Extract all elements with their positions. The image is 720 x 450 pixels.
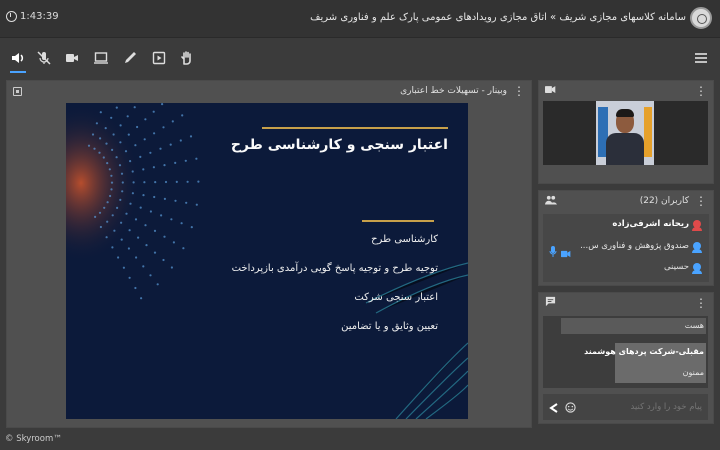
- emoji-icon[interactable]: [565, 398, 576, 417]
- section-divider: [362, 220, 434, 222]
- screen-share-button[interactable]: [92, 49, 110, 67]
- chat-icon: [545, 296, 556, 310]
- mic-active-icon: [549, 242, 557, 261]
- video-feed[interactable]: [543, 101, 708, 165]
- camera-icon: [66, 54, 78, 62]
- toolbar: [0, 39, 720, 77]
- presenter-video: [596, 101, 654, 165]
- sharif-logo: [690, 7, 712, 29]
- send-icon[interactable]: [549, 398, 559, 417]
- footer-brand: © Skyroom™: [5, 434, 62, 444]
- title-bar: 1:43:39 سامانه کلاسهای مجازی شریف » اتاق…: [0, 0, 720, 38]
- slide-title: اعتبار سنجی و کارشناسی طرح: [230, 137, 448, 153]
- slide-item: کارشناسی طرح: [371, 234, 438, 245]
- more-options-icon[interactable]: ⋮: [695, 85, 707, 97]
- user-icon: [692, 242, 702, 253]
- pin-icon[interactable]: [13, 86, 22, 96]
- slide-item: تعیین وثایق و یا تضامین: [341, 321, 438, 332]
- more-options-icon[interactable]: ⋮: [695, 297, 707, 309]
- raise-hand-button[interactable]: [178, 49, 196, 67]
- user-item[interactable]: صندوق پژوهش و فناوری س...: [580, 241, 702, 253]
- chat-message: ممنون: [682, 368, 704, 377]
- user-item[interactable]: حسینی: [664, 262, 702, 274]
- title-divider: [262, 127, 448, 129]
- clock-icon: [6, 11, 17, 22]
- pen-icon: [125, 52, 136, 63]
- slide-item: توجیه طرح و توجیه پاسخ گویی درآمدی بازپر…: [231, 263, 438, 274]
- play-icon: [152, 51, 166, 65]
- screen-share-icon: [94, 52, 108, 64]
- chat-message: هست: [684, 321, 704, 330]
- microphone-button[interactable]: [35, 49, 53, 67]
- speaker-button[interactable]: [9, 49, 27, 73]
- menu-button[interactable]: [692, 49, 710, 67]
- slide-item: اعتبار سنجی شرکت: [354, 292, 438, 303]
- menu-icon: [695, 53, 707, 63]
- video-camera-icon: [545, 85, 556, 97]
- camera-active-icon: [561, 243, 571, 262]
- chat-sender: مقبلی-شرکت پردهای هوشمند: [584, 347, 704, 356]
- camera-button[interactable]: [63, 49, 81, 67]
- more-options-icon[interactable]: ⋮: [513, 85, 525, 97]
- timer-text: 1:43:39: [20, 11, 59, 22]
- user-icon: [692, 220, 702, 231]
- presentation-title: وبینار - تسهیلات خط اعتباری: [400, 86, 507, 96]
- media-button[interactable]: [150, 49, 168, 67]
- chat-input-bar: [543, 394, 708, 420]
- users-count: کاربران (22): [639, 196, 689, 206]
- page-title: سامانه کلاسهای مجازی شریف » اتاق مجازی ر…: [310, 12, 686, 23]
- users-icon: [545, 195, 557, 208]
- session-timer: 1:43:39: [6, 11, 59, 22]
- slide-content: اعتبار سنجی و کارشناسی طرح کارشناسی طرح …: [66, 103, 468, 419]
- user-icon: [692, 263, 702, 274]
- user-item[interactable]: ریحانه اشرفی‌زاده: [612, 219, 702, 231]
- mic-off-icon: [37, 51, 51, 65]
- hand-icon: [181, 51, 191, 65]
- users-panel: کاربران (22) ⋮ ریحانه اشرفی‌زاده صندوق پ…: [538, 190, 714, 286]
- speaker-icon: [12, 53, 24, 63]
- chat-input[interactable]: [586, 402, 702, 412]
- whiteboard-button[interactable]: [121, 49, 139, 67]
- more-options-icon[interactable]: ⋮: [695, 195, 707, 207]
- chat-messages: هست مقبلی-شرکت پردهای هوشمند ممنون: [543, 316, 708, 388]
